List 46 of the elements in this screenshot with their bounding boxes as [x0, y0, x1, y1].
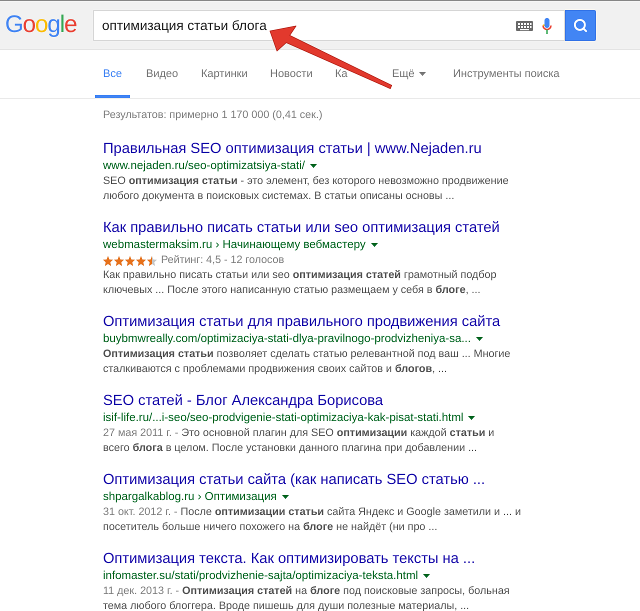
- tab[interactable]: Все: [95, 50, 130, 98]
- search-field[interactable]: оптимизация статьи блога: [93, 10, 565, 40]
- result-title-link[interactable]: Оптимизация текста. Как оптимизировать тексты на ...: [103, 551, 476, 568]
- result-snippet: Оптимизация статьи позволяет сделать статью релевантной под ваш ... Многие сталкиваются с проблемами продвижения своих сайтов и блогов, ...: [103, 347, 510, 376]
- caret-icon[interactable]: [370, 243, 378, 247]
- result-snippet: SEO оптимизация статьи - это элемент, без которого невозможно продвижение любого документа в поисковых системах. В статьи описаны основы ...: [103, 174, 509, 203]
- star-icon: [136, 256, 146, 266]
- tab[interactable]: Картинки: [193, 50, 256, 98]
- caret-icon[interactable]: [468, 416, 476, 420]
- search-icon: [573, 18, 588, 32]
- result-snippet: 27 мая 2011 г. - Это основной плагин для SEO оптимизации каждой статьи и всего блога в целом. После установки данного плагина при добавлении ...: [103, 426, 494, 455]
- tab-label: Ещё: [392, 68, 415, 80]
- search-tools-tab[interactable]: Инструменты поиска: [445, 50, 568, 98]
- tab[interactable]: Ка: [327, 50, 356, 98]
- rating-text: Рейтинг: 4,5 - 12 голосов: [161, 253, 284, 268]
- result-title-link[interactable]: Как правильно писать статьи или seo оптимизация статей: [103, 220, 500, 237]
- caret-icon[interactable]: [476, 337, 483, 341]
- result-title-link[interactable]: Оптимизация статьи для правильного продвижения сайта: [103, 314, 500, 331]
- result-url: infomaster.su/stati/prodvizhenie-sajta/optimizaciya-teksta.html: [103, 569, 418, 584]
- result-snippet: 11 дек. 2013 г. - Оптимизация статей на блоге под поисковые запросы, больная тема любого блоггера. Вроде пишешь для души полезные материалы, ...: [103, 584, 510, 611]
- star-icon: [103, 256, 113, 266]
- result-url: buybmwreally.com/optimizaciya-stati-dlya-pravilnogo-prodvizheniya-sa...: [103, 332, 471, 347]
- result-url: www.nejaden.ru/seo-optimizatsiya-stati/: [103, 159, 305, 174]
- caret-icon[interactable]: [310, 164, 317, 168]
- result-title-link[interactable]: SEO статей - Блог Александра Борисова: [103, 393, 384, 410]
- tab[interactable]: Новости: [262, 50, 321, 98]
- caret-icon[interactable]: [423, 574, 430, 578]
- result-snippet: 31 окт. 2012 г. - После оптимизации статьи сайта Яндекс и Google заметили и ... и посетитель больше ничего похожего на блоге не найдёт (ни про ...: [103, 505, 521, 534]
- result-url: webmastermaksim.ru › Начинающему вебмастеру: [103, 238, 366, 253]
- star-icon: [147, 256, 157, 266]
- more-tab[interactable]: Ещё: [384, 50, 434, 98]
- tab[interactable]: Видео: [138, 50, 186, 98]
- result-title-link[interactable]: Правильная SEO оптимизация статьи | www.Nejaden.ru: [103, 141, 482, 158]
- star-icon: [114, 256, 124, 266]
- result-stats: Результатов: примерно 1 170 000 (0,41 сек.): [103, 108, 322, 123]
- search-button[interactable]: [565, 10, 596, 40]
- result-url: isif-life.ru/...i-seo/seo-prodvigenie-stati-optimizaciya-kak-pisat-stati.html: [103, 411, 464, 426]
- microphone-icon[interactable]: [542, 18, 552, 34]
- result-title-link[interactable]: Оптимизация статьи сайта (как написать SEO статью ...: [103, 472, 486, 489]
- result-snippet: Как правильно писать статьи или seo оптимизация статей грамотный подбор ключевых ... После этого написанную статью размещаем у себя в блоге, ...: [103, 268, 496, 297]
- result-url: shpargalkablog.ru › Оптимизация: [103, 490, 277, 505]
- star-icon: [125, 256, 135, 266]
- google-logo[interactable]: Google: [5, 11, 76, 39]
- keyboard-icon[interactable]: [516, 20, 533, 30]
- caret-icon[interactable]: [282, 495, 289, 499]
- caret-icon[interactable]: [418, 72, 426, 76]
